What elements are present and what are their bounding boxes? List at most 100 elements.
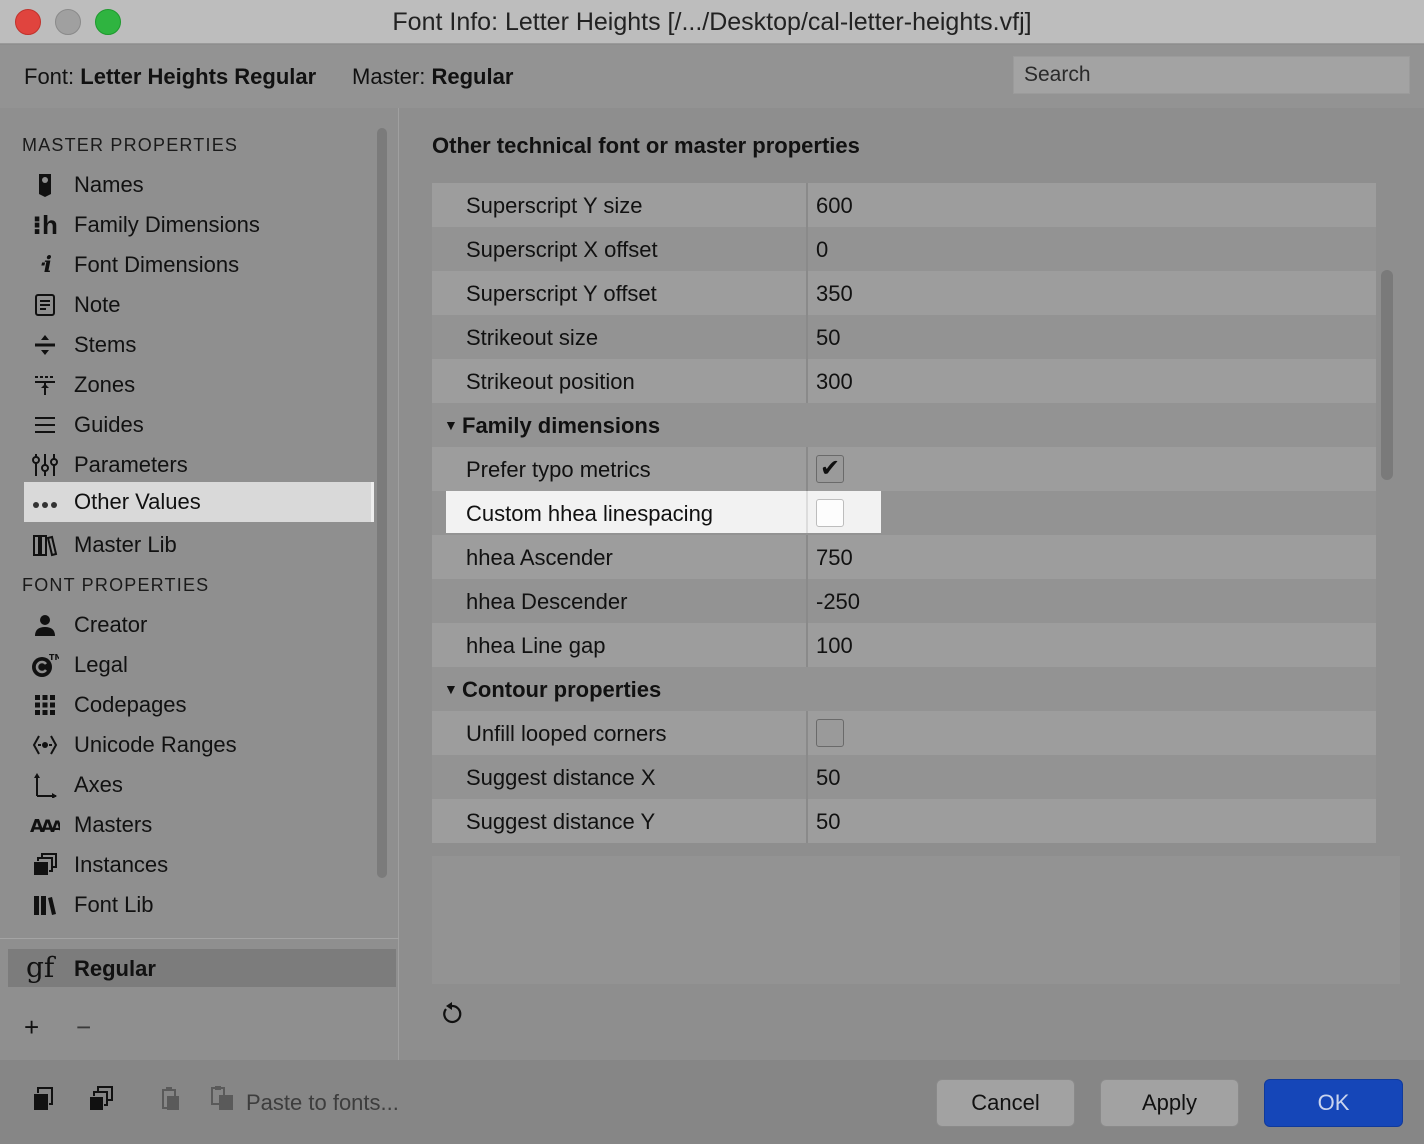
- sidebar-item-instances[interactable]: Instances: [24, 845, 374, 885]
- window-title: Font Info: Letter Heights [/.../Desktop/…: [392, 8, 1032, 36]
- group-header-contour-properties[interactable]: ▼ Contour properties: [432, 667, 1376, 711]
- cancel-button[interactable]: Cancel: [936, 1079, 1075, 1127]
- person-icon: [30, 611, 60, 639]
- sidebar-item-label: Guides: [74, 412, 144, 437]
- property-name: hhea Descender: [466, 589, 628, 614]
- stems-icon: [30, 331, 60, 359]
- reset-icon[interactable]: [440, 1001, 464, 1032]
- disclosure-triangle-icon[interactable]: ▼: [444, 417, 458, 433]
- table-row[interactable]: Suggest distance X 50: [432, 755, 1376, 799]
- property-value[interactable]: 50: [816, 809, 840, 835]
- paste-to-fonts-icon[interactable]: [210, 1086, 238, 1119]
- sidebar-divider: [0, 938, 399, 939]
- property-value[interactable]: 100: [816, 633, 853, 659]
- sidebar-item-label: Parameters: [74, 452, 188, 477]
- sidebar-item-font-lib[interactable]: Font Lib: [24, 885, 374, 925]
- master-glyph-icon: gf: [26, 951, 55, 984]
- custom-hhea-linespacing-checkbox[interactable]: [816, 499, 844, 527]
- property-name: Prefer typo metrics: [466, 457, 651, 482]
- sidebar-item-label: Creator: [74, 612, 148, 637]
- apply-button[interactable]: Apply: [1100, 1079, 1239, 1127]
- axes-icon: [30, 771, 60, 799]
- sidebar-item-master-lib[interactable]: Master Lib: [24, 525, 374, 565]
- unfill-looped-corners-checkbox[interactable]: [816, 719, 844, 747]
- table-row[interactable]: Superscript X offset 0: [432, 227, 1376, 271]
- page-title: Other technical font or master propertie…: [432, 133, 860, 158]
- add-master-button[interactable]: +: [24, 1012, 39, 1043]
- sidebar-item-creator[interactable]: Creator: [24, 605, 374, 645]
- books-icon: [30, 531, 60, 559]
- checkmark-icon: ✔: [819, 455, 841, 482]
- disclosure-triangle-icon[interactable]: ▼: [444, 681, 458, 697]
- sidebar-scrollbar[interactable]: [377, 128, 387, 878]
- table-row[interactable]: Custom hhea linespacing: [432, 491, 1376, 535]
- paste-icon[interactable]: [160, 1086, 184, 1119]
- table-row[interactable]: hhea Line gap 100: [432, 623, 1376, 667]
- font-dimensions-icon: ᐧi: [38, 252, 52, 278]
- prefer-typo-metrics-checkbox[interactable]: ✔: [816, 455, 844, 483]
- property-value[interactable]: 0: [816, 237, 828, 263]
- sidebar-item-guides[interactable]: Guides: [24, 405, 374, 445]
- footer-bar: Paste to fonts... Cancel Apply OK: [0, 1060, 1424, 1144]
- sidebar-item-other-values[interactable]: Other Values: [24, 482, 374, 522]
- sidebar-item-zones[interactable]: Zones: [24, 365, 374, 405]
- group-title: Contour properties: [462, 677, 662, 702]
- column-divider: [806, 271, 808, 315]
- property-value[interactable]: 600: [816, 193, 853, 219]
- sidebar-item-stems[interactable]: Stems: [24, 325, 374, 365]
- parameters-icon: [30, 451, 60, 479]
- sidebar-item-unicode-ranges[interactable]: Unicode Ranges: [24, 725, 374, 765]
- property-value[interactable]: 750: [816, 545, 853, 571]
- guides-icon: [30, 411, 60, 439]
- column-divider: [806, 579, 808, 623]
- group-title: Family dimensions: [462, 413, 661, 438]
- main-scrollbar[interactable]: [1381, 270, 1393, 480]
- property-value[interactable]: 50: [816, 325, 840, 351]
- table-row[interactable]: hhea Descender -250: [432, 579, 1376, 623]
- remove-master-button[interactable]: −: [76, 1012, 91, 1043]
- sidebar-item-axes[interactable]: Axes: [24, 765, 374, 805]
- table-row[interactable]: Strikeout position 300: [432, 359, 1376, 403]
- table-row[interactable]: Superscript Y offset 350: [432, 271, 1376, 315]
- property-value[interactable]: 300: [816, 369, 853, 395]
- sidebar-item-parameters[interactable]: Parameters: [24, 445, 374, 485]
- table-row[interactable]: Superscript Y size 600: [432, 183, 1376, 227]
- sidebar-item-codepages[interactable]: Codepages: [24, 685, 374, 725]
- properties-table: Superscript Y size 600 Superscript X off…: [432, 183, 1376, 843]
- highlighted-row[interactable]: Custom hhea linespacing: [446, 491, 881, 533]
- note-icon: [30, 291, 60, 319]
- copy-all-icon[interactable]: [88, 1086, 114, 1119]
- sidebar-item-family-dimensions[interactable]: ⁝h Family Dimensions: [24, 205, 374, 245]
- property-name: Superscript Y size: [466, 193, 643, 218]
- property-value[interactable]: -250: [816, 589, 860, 615]
- font-name-display: Font: Letter Heights Regular: [24, 64, 316, 90]
- copy-icon[interactable]: [32, 1086, 56, 1119]
- table-row[interactable]: Prefer typo metrics ✔: [432, 447, 1376, 491]
- paste-to-fonts-label[interactable]: Paste to fonts...: [246, 1090, 399, 1116]
- column-divider: [806, 227, 808, 271]
- master-list-item-regular[interactable]: gf Regular: [8, 949, 396, 987]
- property-value[interactable]: 50: [816, 765, 840, 791]
- font-name: Letter Heights Regular: [80, 64, 317, 89]
- ok-button[interactable]: OK: [1264, 1079, 1403, 1127]
- sidebar-item-label: Family Dimensions: [74, 212, 260, 237]
- main-panel: Other technical font or master propertie…: [400, 108, 1424, 1060]
- copyright-icon: TM: [30, 651, 60, 679]
- sidebar-item-note[interactable]: Note: [24, 285, 374, 325]
- master-name: Regular: [431, 64, 514, 89]
- sidebar-item-legal[interactable]: TM Legal: [24, 645, 374, 685]
- search-input[interactable]: [1013, 56, 1410, 94]
- table-row[interactable]: Unfill looped corners: [432, 711, 1376, 755]
- group-header-family-dimensions[interactable]: ▼ Family dimensions: [432, 403, 1376, 447]
- property-name: Superscript Y offset: [466, 281, 657, 306]
- property-value[interactable]: 350: [816, 281, 853, 307]
- sidebar-item-label: Legal: [74, 652, 128, 677]
- table-row[interactable]: hhea Ascender 750: [432, 535, 1376, 579]
- sidebar-item-names[interactable]: Names: [24, 165, 374, 205]
- column-divider: [806, 447, 808, 491]
- table-row[interactable]: Strikeout size 50: [432, 315, 1376, 359]
- font-info-header: Font: Letter Heights Regular Master: Reg…: [0, 45, 1424, 108]
- table-row[interactable]: Suggest distance Y 50: [432, 799, 1376, 843]
- sidebar-item-masters[interactable]: AAA Masters: [24, 805, 374, 845]
- sidebar-item-font-dimensions[interactable]: ᐧi Font Dimensions: [24, 245, 374, 285]
